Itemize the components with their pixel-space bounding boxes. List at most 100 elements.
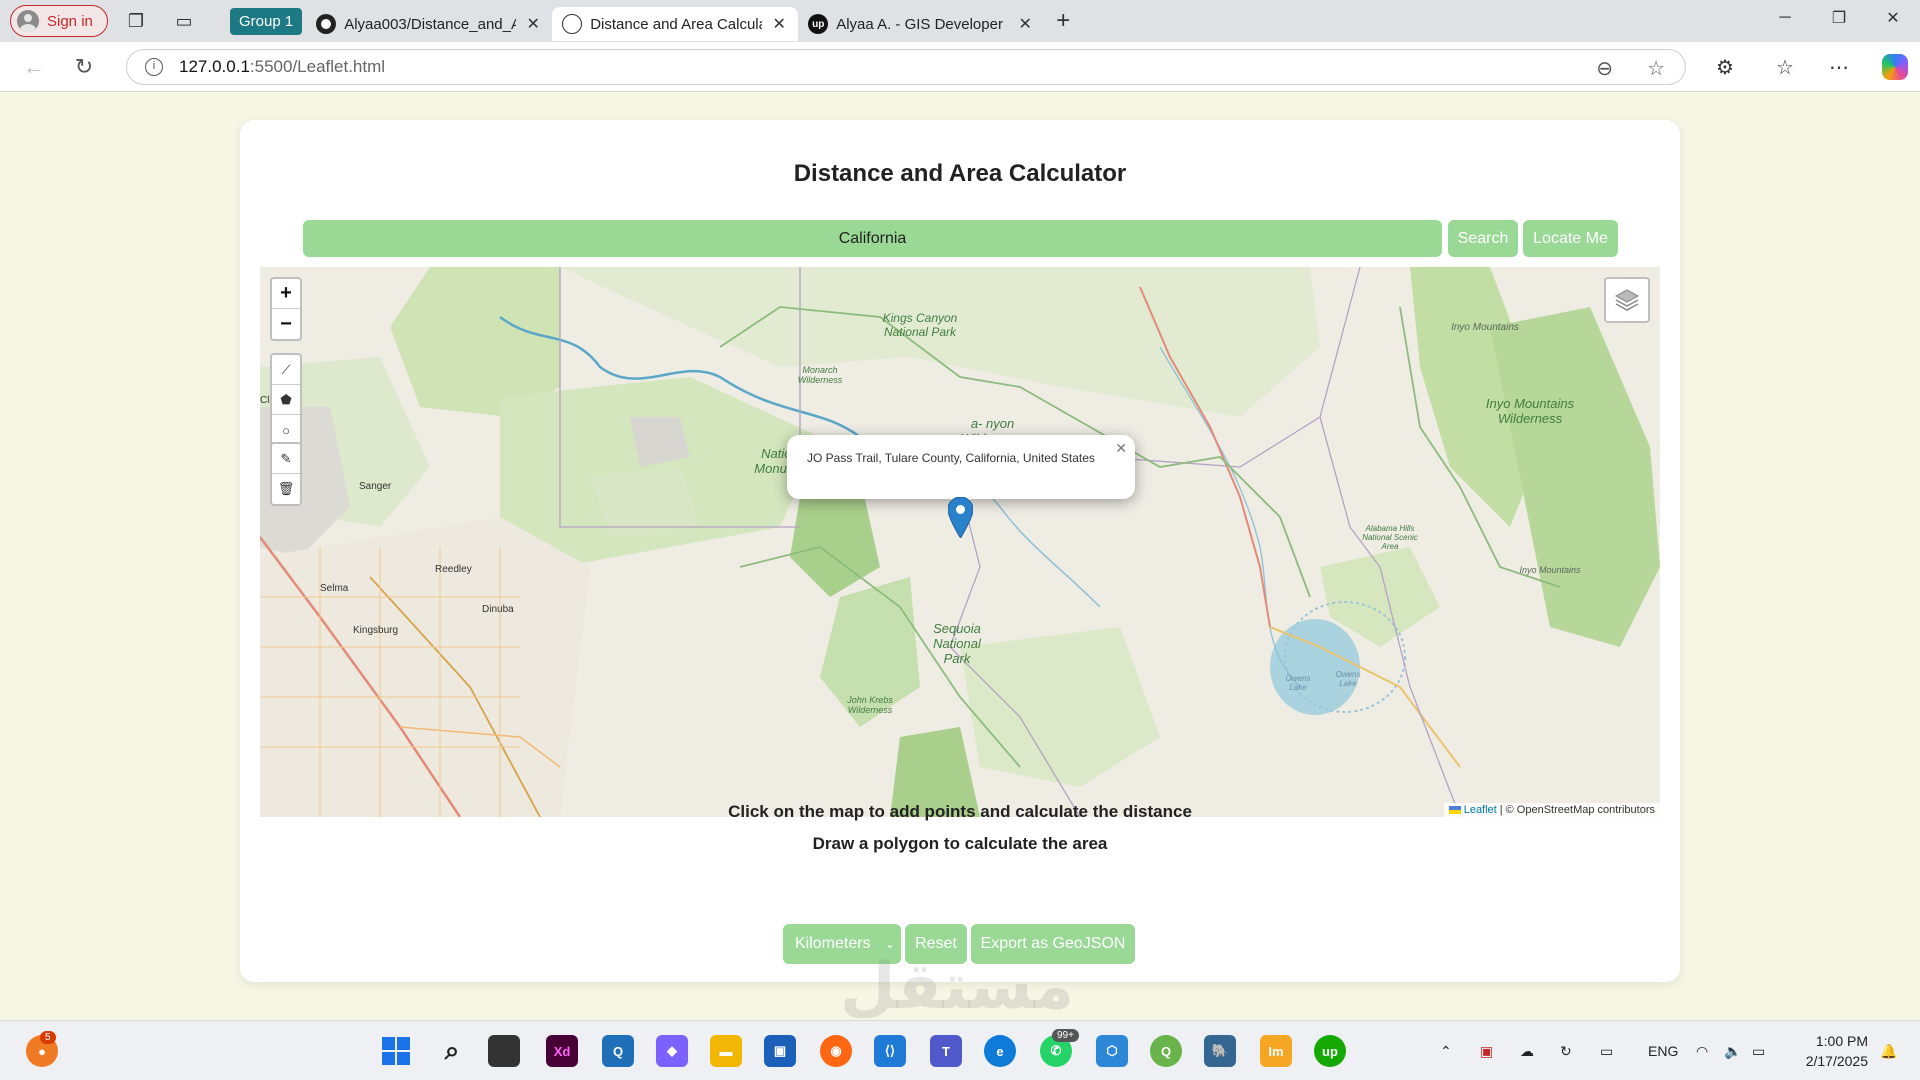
copilot-icon[interactable] bbox=[1875, 42, 1915, 92]
start-icon[interactable] bbox=[380, 1035, 412, 1067]
whatsapp-badge: 99+ bbox=[1052, 1029, 1079, 1042]
zoom-in-button[interactable]: + bbox=[272, 279, 300, 309]
restore-icon[interactable]: ❐ bbox=[1812, 0, 1866, 36]
url-host: 127.0.0.1 bbox=[179, 57, 250, 76]
watermark-logo: مستقل bbox=[840, 950, 1075, 1024]
draw-circle-icon[interactable]: ○ bbox=[272, 415, 300, 445]
edge-icon[interactable]: e bbox=[984, 1035, 1016, 1067]
system-clock[interactable]: 1:00 PM 2/17/2025 bbox=[1806, 1031, 1868, 1072]
close-tab-icon[interactable]: ✕ bbox=[524, 14, 542, 34]
popup-close-icon[interactable]: ✕ bbox=[1115, 439, 1127, 459]
favorites-icon[interactable]: ☆ bbox=[1765, 42, 1805, 92]
page-title: Distance and Area Calculator bbox=[793, 160, 1127, 187]
upwork-app-icon[interactable]: up bbox=[1314, 1035, 1346, 1067]
copilot-app-icon[interactable]: ◆ bbox=[656, 1035, 688, 1067]
upwork-icon: up bbox=[808, 14, 829, 34]
task-view-icon[interactable] bbox=[488, 1035, 520, 1067]
popup-address: JO Pass Trail, Tulare County, California… bbox=[807, 451, 1095, 465]
sign-in-label: Sign in bbox=[47, 12, 93, 30]
minimize-icon[interactable]: ─ bbox=[1758, 0, 1812, 36]
zoom-out-icon[interactable]: ⊖ bbox=[1596, 56, 1613, 81]
clock-date: 2/17/2025 bbox=[1805, 1053, 1868, 1070]
chevron-down-icon: ⌄ bbox=[884, 937, 895, 951]
volume-icon[interactable]: 🔈 bbox=[1724, 1021, 1741, 1080]
address-toolbar: ← ↻ i 127.0.0.1 :5500/Leaflet.html ⊖ ☆ ⚙… bbox=[0, 42, 1920, 92]
extensions-icon[interactable]: ⚙ bbox=[1705, 42, 1745, 92]
map-popup: JO Pass Trail, Tulare County, California… bbox=[787, 435, 1135, 499]
distance-instruction: Click on the map to add points and calcu… bbox=[728, 802, 1192, 821]
more-options-icon[interactable]: ⋯ bbox=[1819, 42, 1859, 92]
refresh-icon[interactable]: ↻ bbox=[64, 47, 104, 87]
lake-label: Owens Lake bbox=[1335, 670, 1361, 689]
tray-app-icon[interactable]: ▣ bbox=[1480, 1021, 1493, 1080]
park-label: Sequoia National Park bbox=[933, 621, 981, 666]
store-icon[interactable]: ▣ bbox=[764, 1035, 796, 1067]
draw-polygon-icon[interactable]: ⬟ bbox=[272, 385, 300, 415]
address-bar[interactable]: i 127.0.0.1 :5500/Leaflet.html ⊖ ☆ bbox=[126, 49, 1686, 85]
wilderness-label: Inyo Mountains Wilderness bbox=[1485, 396, 1575, 426]
adobe-xd-icon[interactable]: Xd bbox=[546, 1035, 578, 1067]
area-instruction: Draw a polygon to calculate the area bbox=[812, 834, 1108, 853]
postgres-icon[interactable]: 🐘 bbox=[1204, 1035, 1236, 1067]
close-window-icon[interactable]: ✕ bbox=[1866, 0, 1920, 36]
range-label: Inyo Mountains bbox=[1519, 565, 1581, 575]
qgis-icon[interactable]: Q bbox=[1150, 1035, 1182, 1067]
park-label: Kings Canyon National Park bbox=[882, 311, 958, 339]
lake-label: Owens Lake bbox=[1285, 674, 1311, 693]
battery-icon[interactable]: ▭ bbox=[1752, 1021, 1765, 1080]
cloud-sync-icon[interactable]: ☁ bbox=[1520, 1021, 1534, 1080]
search-icon[interactable]: ⌕ bbox=[436, 1035, 468, 1067]
tab-actions-icon[interactable]: ▭ bbox=[164, 5, 204, 37]
tab-title: Alyaa A. - GIS Developer || ITI Gra bbox=[836, 15, 1008, 33]
firefox-icon[interactable]: ◉ bbox=[820, 1035, 852, 1067]
edit-toolbar: ✎ 🗑 bbox=[270, 442, 302, 506]
close-tab-icon[interactable]: ✕ bbox=[1016, 14, 1034, 34]
sign-in-button[interactable]: Sign in bbox=[10, 5, 108, 37]
draw-polyline-icon[interactable]: ⟋ bbox=[272, 355, 300, 385]
delete-layers-icon[interactable]: 🗑 bbox=[272, 474, 300, 504]
location-search-input[interactable] bbox=[303, 220, 1442, 257]
layers-control[interactable] bbox=[1604, 277, 1650, 323]
file-explorer-icon[interactable]: ▬ bbox=[710, 1035, 742, 1067]
zoom-control: + − bbox=[270, 277, 302, 341]
profile-avatar-icon bbox=[17, 10, 39, 32]
clock-time: 1:00 PM bbox=[1815, 1033, 1868, 1049]
edit-layers-icon[interactable]: ✎ bbox=[272, 444, 300, 474]
sync-icon[interactable]: ↻ bbox=[1560, 1021, 1572, 1080]
tab-calculator[interactable]: Distance and Area Calculator with ✕ bbox=[552, 7, 799, 41]
layers-icon bbox=[1614, 289, 1640, 311]
language-indicator[interactable]: ENG bbox=[1648, 1021, 1678, 1080]
location-marker-icon[interactable] bbox=[948, 497, 973, 538]
teams-icon[interactable]: T bbox=[930, 1035, 962, 1067]
draw-toolbar: ⟋ ⬟ ○ bbox=[270, 353, 302, 447]
notification-badge: 5 bbox=[40, 1031, 56, 1044]
range-label: Inyo Mountains bbox=[1451, 322, 1519, 333]
tab-title: Alyaa003/Distance_and_Area_Calc bbox=[344, 15, 517, 33]
site-info-icon[interactable]: i bbox=[145, 58, 163, 76]
favorite-star-icon[interactable]: ☆ bbox=[1647, 56, 1665, 81]
show-hidden-icons[interactable]: ⌃ bbox=[1440, 1021, 1452, 1080]
tab-github[interactable]: Alyaa003/Distance_and_Area_Calc ✕ bbox=[306, 7, 552, 41]
zoom-out-button[interactable]: − bbox=[272, 309, 300, 339]
search-button[interactable]: Search bbox=[1448, 220, 1518, 257]
leaflet-map[interactable]: Kings Canyon National Park Monarch Wilde… bbox=[260, 267, 1660, 817]
vscode-icon[interactable]: ⟨⟩ bbox=[874, 1035, 906, 1067]
globe-icon bbox=[562, 14, 583, 34]
invision-icon[interactable]: Im bbox=[1260, 1035, 1292, 1067]
keyboard-icon[interactable]: ▭ bbox=[1600, 1021, 1613, 1080]
back-arrow-icon[interactable]: ← bbox=[14, 47, 54, 87]
tab-title: Distance and Area Calculator with bbox=[590, 15, 762, 33]
notifications-bell-icon[interactable]: 🔔 bbox=[1880, 1021, 1897, 1080]
workspaces-icon[interactable]: ❐ bbox=[116, 5, 156, 37]
locate-me-button[interactable]: Locate Me bbox=[1523, 220, 1618, 257]
wifi-icon[interactable]: ◠ bbox=[1696, 1021, 1708, 1080]
vpn-icon[interactable]: ⬡ bbox=[1096, 1035, 1128, 1067]
scenic-area-label: Alabama Hills National Scenic Area bbox=[1362, 524, 1418, 552]
new-tab-button[interactable]: + bbox=[1056, 7, 1070, 35]
search-app-icon[interactable]: Q bbox=[602, 1035, 634, 1067]
tab-upwork[interactable]: up Alyaa A. - GIS Developer || ITI Gra ✕ bbox=[798, 7, 1044, 41]
map-tiles bbox=[260, 267, 1660, 817]
close-tab-icon[interactable]: ✕ bbox=[770, 14, 788, 34]
city-label: Reedley bbox=[435, 564, 472, 575]
tab-group-chip[interactable]: Group 1 bbox=[230, 7, 303, 35]
